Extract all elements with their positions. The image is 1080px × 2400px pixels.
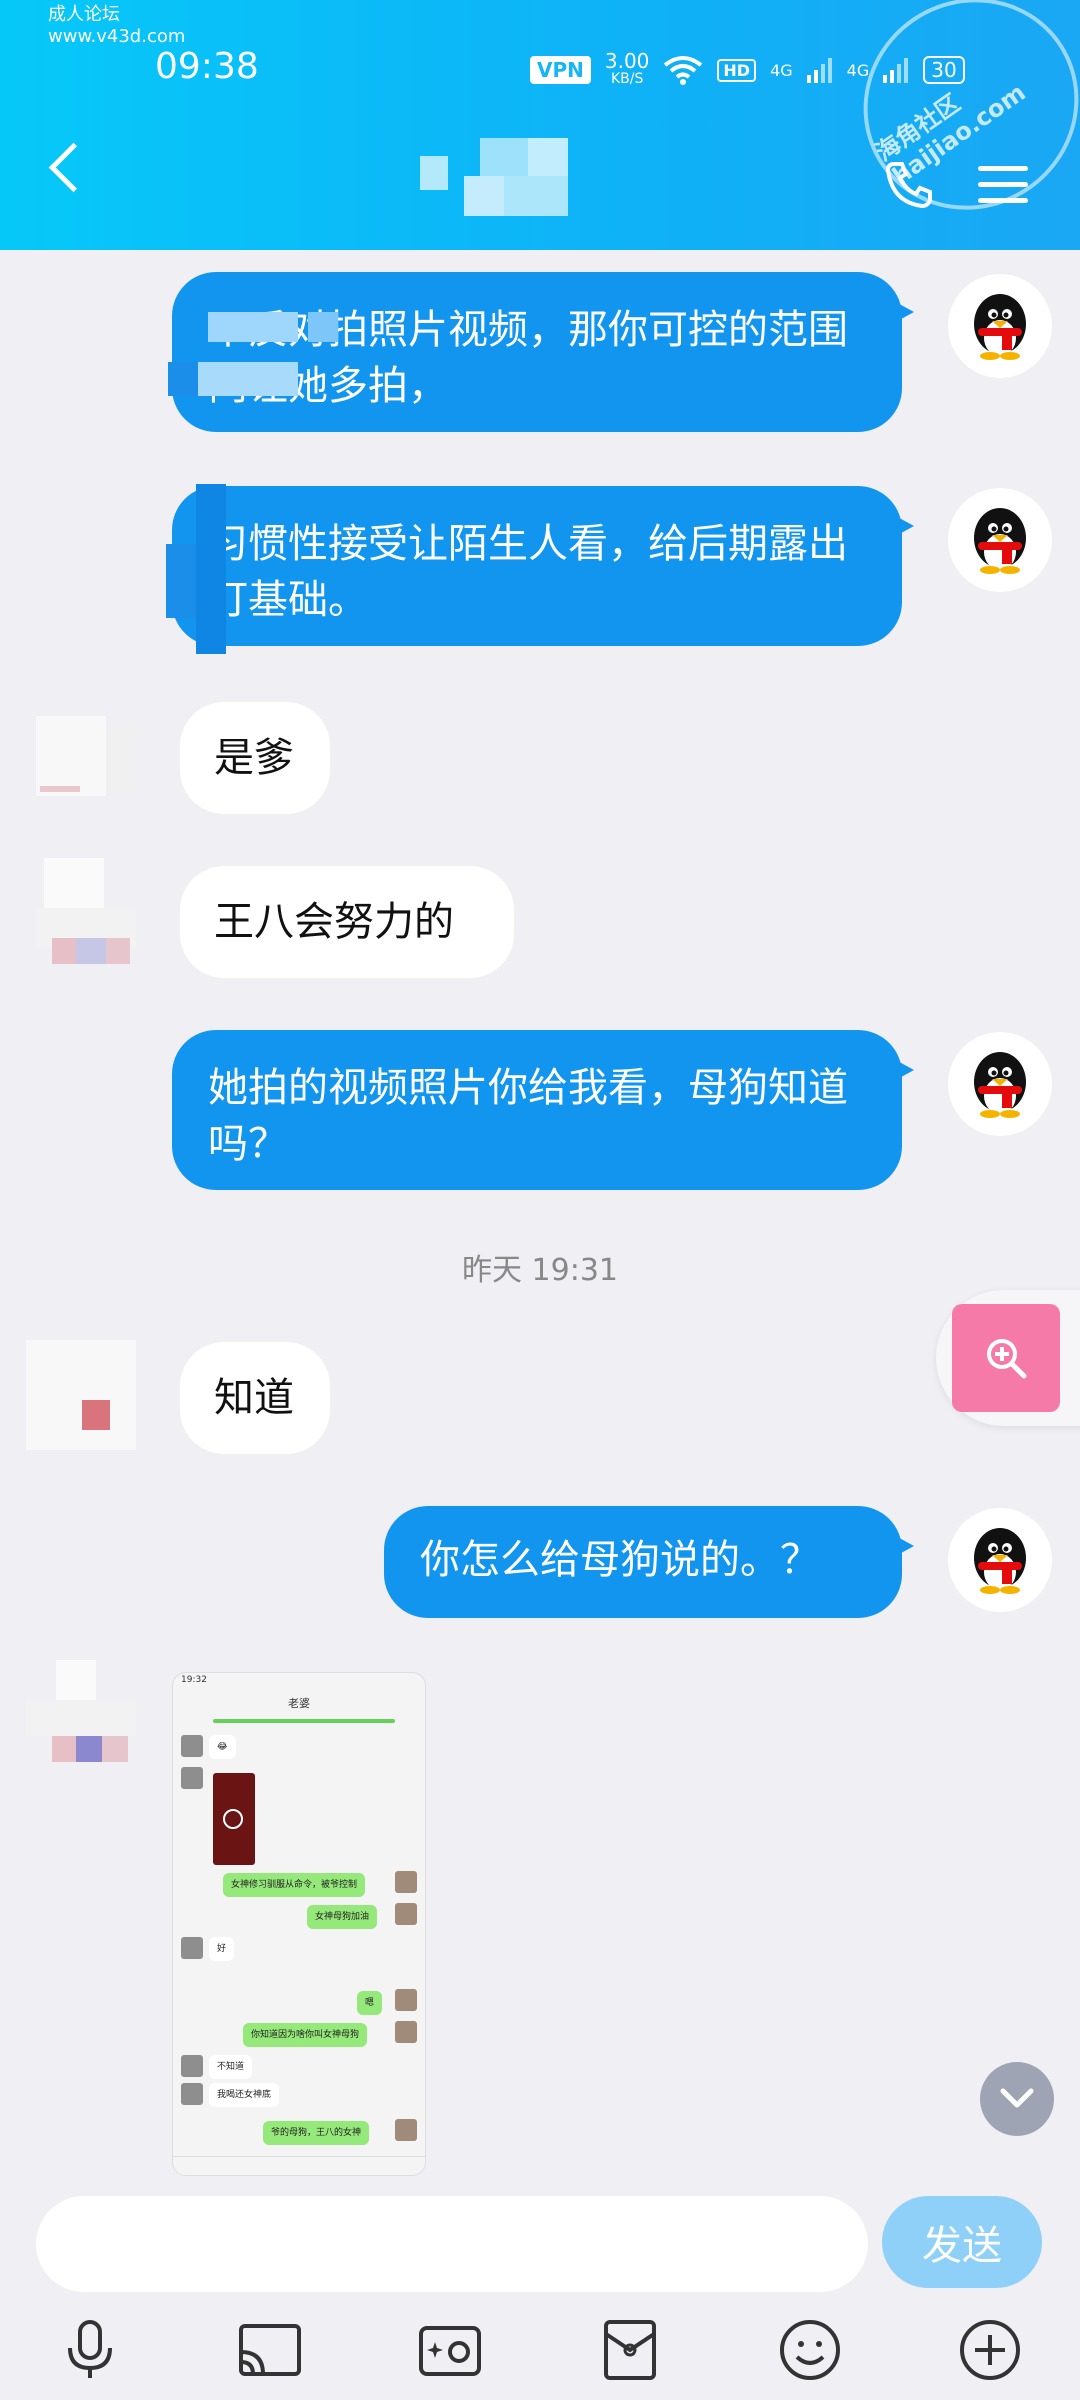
screenshot-avatar [181, 1937, 203, 1959]
signal-4g-1: 4G [770, 60, 793, 80]
vpn-badge: VPN [530, 56, 591, 84]
envelope-icon [604, 2320, 656, 2380]
cast-button[interactable] [237, 2317, 303, 2383]
message-text: 知道 [214, 1375, 294, 1421]
penguin-icon [974, 1052, 1026, 1118]
avatar-qq-penguin[interactable] [948, 1032, 1052, 1136]
chat-timestamp: 昨天 19:31 [462, 1253, 618, 1288]
avatar-blurred[interactable] [26, 858, 138, 968]
screenshot-progress [213, 1719, 395, 1723]
screenshot-avatar [395, 1871, 417, 1893]
screenshot-avatar [395, 2021, 417, 2043]
image-message-screenshot[interactable]: 19:32 老婆 😂 女神修习驯服从命令，被爷控制 女神母狗加油 好 嗯 你知道… [172, 1672, 426, 2176]
zoom-in-icon [987, 1339, 1027, 1379]
blur-overlay [168, 300, 338, 410]
screenshot-video-thumb [213, 1773, 255, 1865]
status-time: 09:38 [155, 46, 259, 87]
screenshot-avatar [181, 1735, 203, 1757]
screenshot-input-bar [173, 2156, 425, 2175]
more-button[interactable] [957, 2317, 1023, 2383]
penguin-icon [974, 508, 1026, 574]
voice-button[interactable] [57, 2317, 123, 2383]
net-speed-unit: KB/S [610, 71, 644, 87]
message-text: 是爹 [214, 735, 294, 781]
message-text: 王八会努力的 [214, 899, 454, 945]
avatar-blurred[interactable] [26, 706, 138, 816]
screenshot-status: 19:32 [173, 1673, 425, 1695]
message-input[interactable] [36, 2196, 868, 2292]
screenshot-time: 19:32 [181, 1675, 207, 1685]
image-sparkle-icon [419, 2326, 481, 2376]
blur-overlay [166, 484, 226, 654]
screenshot-message: 嗯 [357, 1991, 383, 2015]
penguin-icon [974, 1528, 1026, 1594]
emoji-button[interactable] [777, 2317, 843, 2383]
penguin-icon [974, 294, 1026, 360]
screenshot-message: 不知道 [209, 2055, 253, 2079]
message-bubble-outgoing[interactable]: 习惯性接受让陌生人看，给后期露出打基础。 [172, 486, 914, 646]
screenshot-avatar [395, 1903, 417, 1925]
back-button[interactable] [48, 142, 99, 193]
plus-circle-icon [960, 2320, 1020, 2380]
screenshot-message: 女神修习驯服从命令，被爷控制 [223, 1873, 366, 1897]
screenshot-avatar [181, 2055, 203, 2077]
message-bubble-outgoing[interactable]: 你怎么给母狗说的。？ [384, 1506, 914, 1618]
microphone-icon [68, 2320, 112, 2378]
net-speed: 3.00 KB/S [605, 51, 650, 88]
screenshot-avatar [395, 1989, 417, 2011]
red-packet-button[interactable] [597, 2317, 663, 2383]
message-bubble-outgoing[interactable]: 她拍的视频照片你给我看，母狗知道吗？ [172, 1030, 914, 1190]
watermark-text: 成人论坛 www.v43d.com [48, 4, 186, 47]
message-text: 她拍的视频照片你给我看，母狗知道吗？ [208, 1065, 848, 1167]
screenshot-avatar [181, 2083, 203, 2105]
chevron-down-icon [1000, 2088, 1034, 2108]
screenshot-message: 爷的母狗，王八的女神 [263, 2121, 370, 2145]
message-text: 你怎么给母狗说的。？ [420, 1537, 820, 1583]
screenshot-title: 老婆 [288, 1697, 310, 1710]
scroll-to-bottom-button[interactable] [980, 2062, 1054, 2136]
avatar-qq-penguin[interactable] [948, 488, 1052, 592]
avatar-qq-penguin[interactable] [948, 1508, 1052, 1612]
zoom-in-button[interactable] [952, 1304, 1060, 1412]
play-icon [223, 1809, 243, 1829]
screenshot-message: 😂 [209, 1735, 236, 1759]
screenshot-message: 女神母狗加油 [307, 1905, 378, 1929]
wifi-icon [664, 56, 703, 85]
screenshot-message: 好 [209, 1937, 235, 1961]
watermark-stamp: 海角社区 haijiao.com [822, 0, 1080, 252]
screenshot-avatar [181, 1767, 203, 1789]
screenshot-message: 你知道因为啥你叫女神母狗 [243, 2023, 368, 2047]
signal-bars-icon [806, 58, 832, 83]
photo-button[interactable] [417, 2317, 483, 2383]
signal-4g-2: 4G [846, 60, 870, 80]
chat-header: 成人论坛 www.v43d.com 09:38 VPN 3.00 KB/S HD… [0, 0, 1080, 252]
message-bubble-incoming[interactable]: 知道 [180, 1342, 330, 1454]
bottom-toolbar [0, 2300, 1080, 2400]
hd-badge: HD [717, 58, 757, 82]
avatar-blurred[interactable] [26, 1340, 138, 1450]
message-bubble-incoming[interactable]: 是爹 [180, 702, 330, 814]
send-button[interactable]: 发送 [882, 2196, 1042, 2288]
message-bubble-incoming[interactable]: 王八会努力的 [180, 866, 514, 978]
smiley-icon [780, 2320, 840, 2380]
screenshot-message: 我喝还女神底 [209, 2083, 280, 2107]
contact-name-blurred [420, 138, 600, 228]
screen-cast-icon [239, 2324, 301, 2376]
message-text: 习惯性接受让陌生人看，给后期露出打基础。 [208, 521, 848, 623]
avatar-blurred[interactable] [26, 1660, 138, 1770]
avatar-qq-penguin[interactable] [948, 274, 1052, 378]
screenshot-avatar [395, 2119, 417, 2141]
